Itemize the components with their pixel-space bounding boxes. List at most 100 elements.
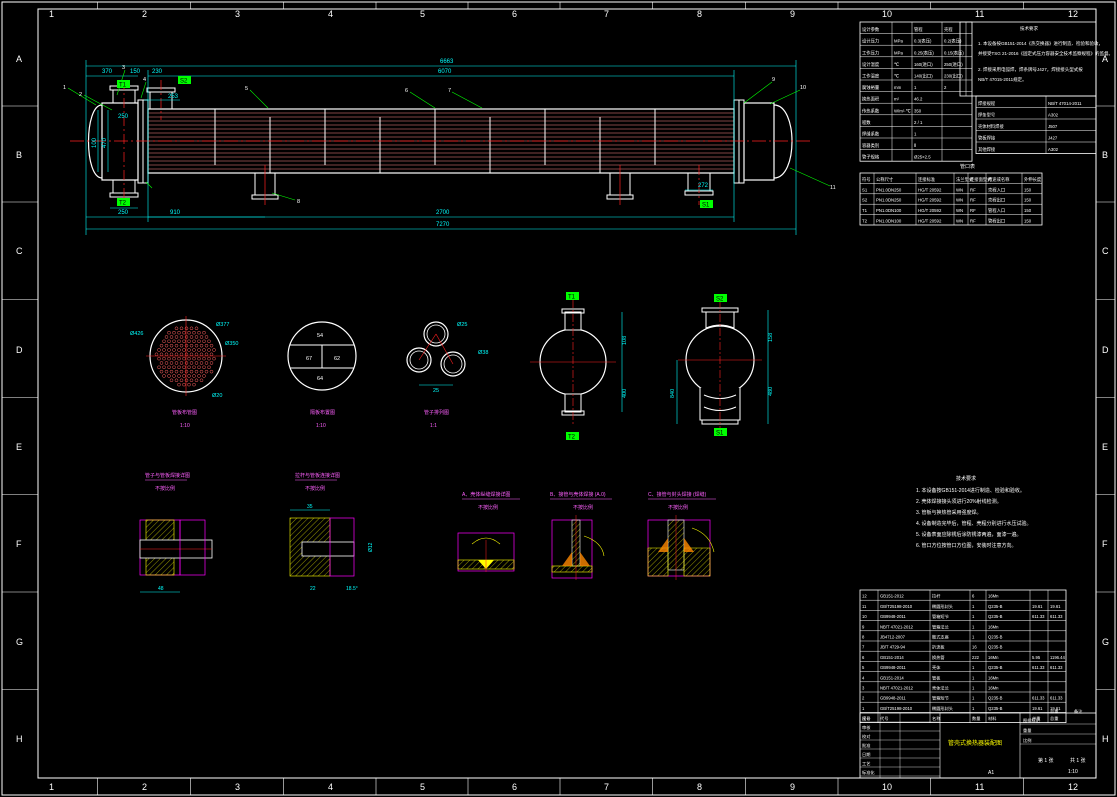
nozzle-tag-s2: S2: [178, 76, 191, 85]
svg-text:T2: T2: [119, 201, 127, 207]
tube-hole: [207, 365, 211, 370]
nozzle-tag-t2-side: T2: [566, 432, 579, 441]
table-cell: 管子规格: [862, 154, 880, 161]
table-cell: JB4712-2007: [880, 635, 906, 640]
shell-view-dim-2: 480: [768, 387, 774, 396]
table-cell: RF: [970, 219, 976, 224]
svg-text:48: 48: [158, 586, 164, 592]
table-cell: WN: [956, 198, 963, 203]
tubesheet-holes: [154, 326, 216, 387]
bill-of-materials: 12 GB151-2012 拉杆 6 16Mn11 GB/T25198-2010 椭圆形封头…: [859, 589, 1083, 724]
nozzle-tag-t1: T1: [117, 80, 130, 89]
table-cell: WN: [956, 219, 963, 224]
tube-arrangement-view: Ø25 Ø38 25 管子排列图 1:1: [406, 321, 488, 429]
table-cell: 150: [1024, 187, 1032, 192]
table-cell: 传热系数: [862, 107, 880, 114]
tube-hole: [157, 356, 161, 361]
balloon-3: 3: [122, 65, 125, 71]
tube-hole: [179, 369, 184, 374]
tube-hole: [169, 343, 174, 348]
tube-hole: [182, 330, 186, 335]
tube-hole: [179, 335, 184, 339]
grid-col-label: 12: [1068, 782, 1078, 792]
grid-col-label: 9: [790, 782, 795, 792]
table-cell: 46.2: [914, 97, 923, 102]
table-cell: 611.33: [1050, 665, 1063, 670]
tube-hole: [199, 343, 204, 348]
svg-text:35: 35: [307, 504, 313, 510]
table-cell: PN1.0DN250: [876, 198, 902, 203]
tube-hole: [212, 348, 216, 352]
tube-hole: [182, 339, 186, 344]
svg-text:3. 管板与换热管采用强度焊。: 3. 管板与换热管采用强度焊。: [916, 509, 982, 516]
tube-hole: [162, 365, 166, 370]
table-cell: 11: [862, 604, 867, 609]
table-cell: JB/T 4729-94: [880, 645, 906, 650]
tube-hole: [189, 335, 194, 339]
tube-hole: [164, 369, 169, 374]
table-cell: 焊缝系数: [862, 131, 880, 138]
table-cell: S1: [862, 187, 868, 192]
table-cell: PN1.0DN250: [876, 187, 902, 192]
table-cell: 5.95: [1032, 655, 1041, 660]
tube-hole: [192, 382, 196, 387]
table-cell: 工作温度: [862, 73, 880, 80]
tube-hole: [179, 326, 184, 331]
tube-hole: [177, 339, 181, 344]
tube-hole: [209, 369, 214, 374]
tube-hole: [194, 369, 199, 374]
table-cell: 壳体: [932, 664, 941, 671]
table-cell: 管箱法兰: [932, 623, 949, 630]
tubesheet-dim-2: Ø377: [216, 322, 229, 328]
tube-hole: [202, 374, 206, 378]
table-cell: 腐蚀裕量: [862, 84, 880, 91]
tube-hole: [177, 330, 181, 335]
tube-hole: [179, 343, 184, 348]
table-cell: 6: [972, 594, 975, 599]
technical-notes: 技术要求 1. 本设备按GB151-2014进行制造、检验和验收。 2. 壳体焊…: [916, 475, 1032, 549]
table-cell: Ø25×2.5: [914, 155, 931, 160]
channel-dim-1: 108: [622, 336, 628, 345]
table-cell: 8: [862, 635, 865, 640]
design-data-table: 设计参数 管程 壳程设计压力 MPa 0.3(表压) 0.2(表压) 工作压力 MPa 0.25…: [859, 21, 973, 162]
tube-hole: [197, 374, 201, 378]
svg-text:2. 壳体焊接接头须进行20%射线检测。: 2. 壳体焊接接头须进行20%射线检测。: [916, 498, 1002, 505]
balloon-1: 1: [63, 85, 66, 91]
tube-hole: [199, 352, 204, 357]
tube-hole: [167, 365, 171, 370]
tube-hole: [184, 352, 189, 357]
table-cell: Q235-B: [988, 645, 1003, 650]
table-cell: 0.2(表压): [944, 38, 962, 45]
grid-row-label: E: [1102, 442, 1108, 452]
table-cell: GB9948-2011: [880, 614, 906, 619]
tube-hole: [157, 365, 161, 370]
dim-left-b: 150: [130, 69, 141, 75]
tube-hole: [189, 378, 194, 383]
table-cell: 1: [914, 132, 917, 137]
technical-requirements-block: 技术要求 1. 本设备按GB151-2014《热交换器》进行制造、检验和验收， …: [978, 25, 1113, 83]
balloon-9: 9: [772, 77, 775, 83]
svg-text:1. 本设备按GB151-2014进行制造、检验和验收。: 1. 本设备按GB151-2014进行制造、检验和验收。: [916, 487, 1025, 494]
tube-hole: [209, 352, 214, 357]
table-cell: GB9948-2011: [880, 665, 906, 670]
svg-text:T1: T1: [568, 295, 576, 301]
table-cell: 1: [972, 696, 975, 701]
tube-hole: [192, 374, 196, 378]
grid-row-label: G: [16, 637, 23, 647]
table-cell: GB/T25198-2010: [880, 706, 913, 711]
tube-hole: [187, 382, 191, 387]
balloon-10: 10: [800, 85, 806, 91]
grid-col-label: 8: [697, 9, 702, 19]
dim-support-span: 2700: [436, 210, 450, 216]
table-cell: 1: [972, 614, 975, 619]
grid-col-label: 4: [328, 9, 333, 19]
table-cell: Q235-B: [988, 635, 1003, 640]
svg-text:S2: S2: [716, 297, 724, 303]
tube-hole: [189, 343, 194, 348]
table-cell: 管板: [932, 674, 941, 681]
table-cell: PN1.0DN100: [876, 208, 902, 213]
tube-hole: [207, 356, 211, 361]
tube-hole: [177, 348, 181, 352]
table-cell: 12: [862, 594, 867, 599]
tube-hole: [189, 369, 194, 374]
